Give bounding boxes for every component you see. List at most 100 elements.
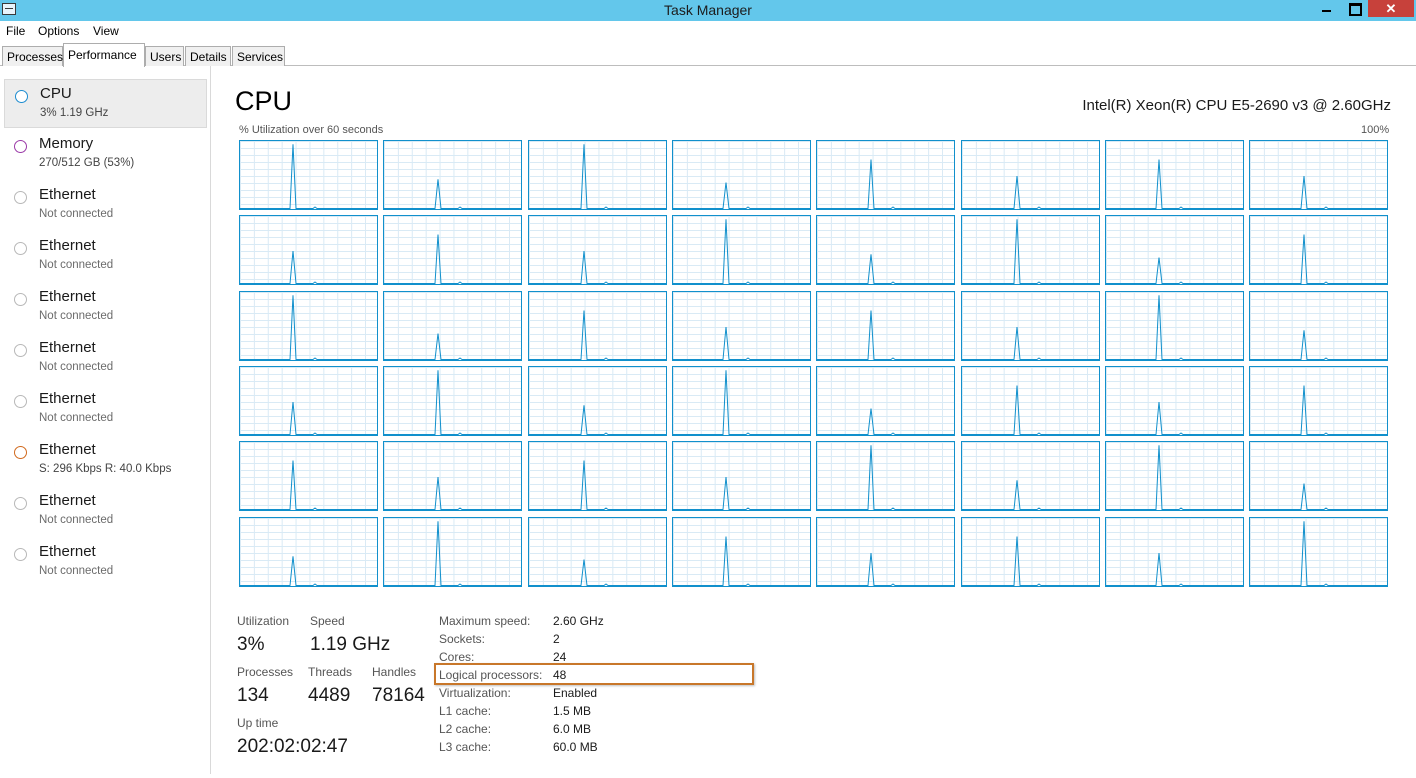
detail-value: 1.5 MB: [553, 704, 592, 718]
page-title: CPU: [235, 86, 293, 116]
cpu-model-name: Intel(R) Xeon(R) CPU E5-2690 v3 @ 2.60GH…: [1082, 97, 1391, 114]
cpu-usage-line: [240, 251, 377, 285]
cpu-usage-line: [384, 333, 522, 360]
sidebar-item-ethernet[interactable]: Ethernet Not connected: [4, 385, 207, 434]
threads-label: Threads: [308, 665, 353, 679]
logical-processor-graph: [1249, 215, 1389, 286]
logical-processor-graph: [671, 516, 811, 587]
restore-button[interactable]: [1341, 0, 1367, 17]
sidebar-item-ethernet[interactable]: Ethernet Not connected: [4, 181, 207, 230]
tab-services[interactable]: Services: [232, 46, 285, 66]
tab-users[interactable]: Users: [145, 46, 184, 66]
cpu-usage-line: [961, 219, 1099, 285]
uptime-label: Up time: [237, 716, 279, 730]
cpu-usage-line: [1105, 294, 1243, 360]
logical-processor-graph: [1104, 516, 1244, 587]
ethernet-graph-icon: [14, 548, 27, 561]
logical-processor-graph: [383, 516, 523, 587]
cpu-usage-line: [528, 460, 666, 511]
logical-processor-graph: [527, 365, 667, 436]
menu-bar: File Options View: [0, 21, 1416, 42]
processes-label: Processes: [237, 665, 294, 679]
menu-view[interactable]: View: [93, 24, 119, 38]
sidebar-item-ethernet[interactable]: Ethernet Not connected: [4, 538, 207, 587]
logical-processor-graph: [671, 140, 811, 210]
cpu-usage-line: [384, 179, 522, 209]
sidebar-item-label: Ethernet: [39, 237, 96, 254]
sidebar-item-ethernet[interactable]: Ethernet Not connected: [4, 232, 207, 281]
cpu-usage-line: [672, 477, 810, 511]
cpu-usage-line: [1105, 257, 1243, 285]
sidebar-item-ethernet[interactable]: Ethernet Not connected: [4, 283, 207, 332]
minimize-button[interactable]: [1313, 0, 1340, 17]
detail-value: 60.0 MB: [553, 740, 598, 754]
detail-label: Maximum speed:: [439, 614, 531, 628]
logical-processor-graph: [1249, 365, 1389, 436]
logical-processor-graph: [960, 140, 1100, 210]
sidebar-item-detail: Not connected: [39, 565, 114, 577]
detail-label: L2 cache:: [439, 722, 492, 736]
sidebar-item-ethernet[interactable]: Ethernet Not connected: [4, 334, 207, 383]
tab-strip: Processes Performance Users Details Serv…: [0, 42, 1416, 67]
cpu-usage-line: [384, 234, 522, 285]
close-button[interactable]: ✕: [1368, 0, 1414, 17]
cpu-usage-line: [672, 370, 810, 435]
cpu-usage-line: [1105, 445, 1243, 511]
sidebar-item-label: Ethernet: [39, 186, 96, 203]
sidebar-item-cpu[interactable]: CPU 3% 1.19 GHz: [4, 79, 207, 128]
detail-value: Enabled: [553, 686, 598, 700]
window-title: Task Manager: [664, 2, 752, 18]
ethernet-graph-icon: [14, 446, 27, 459]
detail-value: 6.0 MB: [553, 722, 592, 736]
cpu-usage-line: [817, 254, 955, 285]
cpu-usage-line: [240, 294, 377, 360]
logical-processor-graph: [1104, 365, 1244, 436]
sidebar-item-detail: 3% 1.19 GHz: [40, 107, 109, 119]
sidebar-item-memory[interactable]: Memory 270/512 GB (53%): [4, 130, 207, 179]
tab-processes[interactable]: Processes: [2, 46, 63, 66]
handles-label: Handles: [372, 665, 417, 679]
sidebar-item-detail: Not connected: [39, 514, 114, 526]
logical-processor-graph: [816, 516, 956, 587]
logical-processor-graph: [671, 290, 811, 361]
cpu-usage-line: [1250, 483, 1388, 511]
logical-processor-graph: [239, 140, 378, 210]
sidebar-item-label: Ethernet: [39, 543, 96, 560]
sidebar-item-ethernet[interactable]: Ethernet Not connected: [4, 487, 207, 536]
cpu-usage-line: [1250, 329, 1388, 360]
sidebar-item-label: Ethernet: [39, 390, 96, 407]
sidebar-item-detail: Not connected: [39, 361, 114, 373]
logical-processor-graph: [527, 516, 667, 587]
title-bar: Task Manager ✕: [0, 0, 1416, 21]
cpu-usage-line: [384, 477, 522, 511]
menu-options[interactable]: Options: [38, 24, 79, 38]
sidebar-item-label: Ethernet: [39, 492, 96, 509]
cpu-usage-line: [528, 559, 666, 586]
tab-performance[interactable]: Performance: [63, 43, 145, 67]
cpu-usage-line: [1250, 520, 1388, 586]
cpu-usage-line: [384, 520, 522, 586]
menu-file[interactable]: File: [6, 24, 25, 38]
cpu-usage-line: [240, 144, 377, 209]
sidebar-item-ethernet-active[interactable]: Ethernet S: 296 Kbps R: 40.0 Kbps: [4, 436, 207, 485]
cpu-usage-line: [817, 445, 955, 511]
cpu-usage-line: [240, 401, 377, 435]
sidebar-item-detail: Not connected: [39, 208, 114, 220]
logical-processor-graph: [383, 290, 523, 361]
logical-processor-graph: [383, 441, 523, 512]
logical-processor-graph: [239, 516, 378, 587]
ethernet-graph-icon: [14, 242, 27, 255]
logical-processor-graph: [671, 215, 811, 286]
cpu-usage-line: [1105, 159, 1243, 209]
ethernet-graph-icon: [14, 191, 27, 204]
logical-processor-graph: [527, 140, 667, 210]
cpu-usage-line: [1105, 552, 1243, 586]
sidebar-item-detail: Not connected: [39, 310, 114, 322]
detail-label: Cores:: [439, 650, 475, 664]
threads-value: 4489: [308, 685, 351, 706]
sidebar-item-detail: Not connected: [39, 412, 114, 424]
logical-processor-graph: [1104, 441, 1244, 512]
logical-processor-graph: [1249, 516, 1389, 587]
tab-details[interactable]: Details: [185, 46, 231, 66]
detail-value: 2: [553, 632, 560, 646]
